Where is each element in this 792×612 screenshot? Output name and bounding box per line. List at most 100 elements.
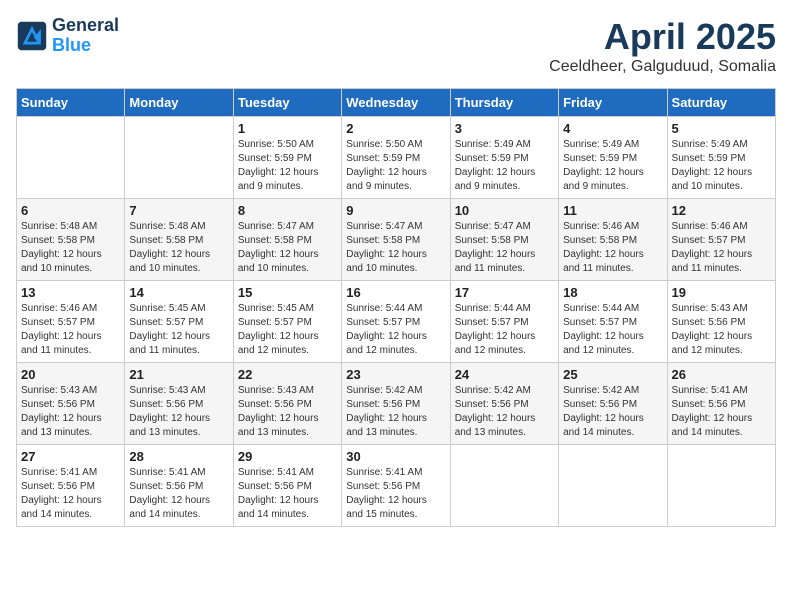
day-cell: 27 Sunrise: 5:41 AMSunset: 5:56 PMDayligh… [17, 445, 125, 527]
day-number: 14 [129, 285, 228, 300]
week-row-3: 13Sunrise: 5:46 AMSunset: 5:57 PMDayligh… [17, 281, 776, 363]
day-cell: 13Sunrise: 5:46 AMSunset: 5:57 PMDayligh… [17, 281, 125, 363]
day-cell: 30 Sunrise: 5:41 AMSunset: 5:56 PMDayligh… [342, 445, 450, 527]
day-info: Sunrise: 5:49 AMSunset: 5:59 PMDaylight:… [563, 138, 662, 194]
day-cell [125, 117, 233, 199]
weekday-header-saturday: Saturday [667, 89, 775, 117]
day-cell: 4 Sunrise: 5:49 AMSunset: 5:59 PMDaylight… [559, 117, 667, 199]
day-info: Sunrise: 5:46 AMSunset: 5:57 PMDaylight:… [21, 302, 120, 358]
day-number: 16 [346, 285, 445, 300]
day-info: Sunrise: 5:41 AMSunset: 5:56 PMDaylight:… [238, 466, 337, 522]
day-info: Sunrise: 5:47 AMSunset: 5:58 PMDaylight:… [455, 220, 554, 276]
week-row-1: 1Sunrise: 5:50 AMSunset: 5:59 PMDaylight… [17, 117, 776, 199]
weekday-header-row: SundayMondayTuesdayWednesdayThursdayFrid… [17, 89, 776, 117]
day-cell: 16 Sunrise: 5:44 AMSunset: 5:57 PMDayligh… [342, 281, 450, 363]
day-cell [17, 117, 125, 199]
day-number: 4 [563, 121, 662, 136]
day-info: Sunrise: 5:47 AMSunset: 5:58 PMDaylight:… [238, 220, 337, 276]
day-info: Sunrise: 5:41 AMSunset: 5:56 PMDaylight:… [21, 466, 120, 522]
day-info: Sunrise: 5:42 AMSunset: 5:56 PMDaylight:… [563, 384, 662, 440]
day-info: Sunrise: 5:42 AMSunset: 5:56 PMDaylight:… [455, 384, 554, 440]
day-info: Sunrise: 5:43 AMSunset: 5:56 PMDaylight:… [238, 384, 337, 440]
day-number: 9 [346, 203, 445, 218]
day-number: 21 [129, 367, 228, 382]
day-info: Sunrise: 5:44 AMSunset: 5:57 PMDaylight:… [346, 302, 445, 358]
day-info: Sunrise: 5:46 AMSunset: 5:57 PMDaylight:… [672, 220, 771, 276]
day-info: Sunrise: 5:45 AMSunset: 5:57 PMDaylight:… [238, 302, 337, 358]
logo: General Blue [16, 16, 119, 56]
day-number: 11 [563, 203, 662, 218]
day-cell: 28 Sunrise: 5:41 AMSunset: 5:56 PMDayligh… [125, 445, 233, 527]
day-number: 2 [346, 121, 445, 136]
day-info: Sunrise: 5:44 AMSunset: 5:57 PMDaylight:… [455, 302, 554, 358]
week-row-2: 6 Sunrise: 5:48 AMSunset: 5:58 PMDaylight… [17, 199, 776, 281]
day-number: 12 [672, 203, 771, 218]
day-info: Sunrise: 5:46 AMSunset: 5:58 PMDaylight:… [563, 220, 662, 276]
day-cell: 17 Sunrise: 5:44 AMSunset: 5:57 PMDayligh… [450, 281, 558, 363]
day-cell: 6 Sunrise: 5:48 AMSunset: 5:58 PMDaylight… [17, 199, 125, 281]
day-number: 27 [21, 449, 120, 464]
weekday-header-wednesday: Wednesday [342, 89, 450, 117]
day-cell: 14Sunrise: 5:45 AMSunset: 5:57 PMDayligh… [125, 281, 233, 363]
day-cell: 24 Sunrise: 5:42 AMSunset: 5:56 PMDayligh… [450, 363, 558, 445]
day-info: Sunrise: 5:48 AMSunset: 5:58 PMDaylight:… [129, 220, 228, 276]
calendar-table: SundayMondayTuesdayWednesdayThursdayFrid… [16, 88, 776, 527]
day-info: Sunrise: 5:42 AMSunset: 5:56 PMDaylight:… [346, 384, 445, 440]
weekday-header-tuesday: Tuesday [233, 89, 341, 117]
day-cell: 25 Sunrise: 5:42 AMSunset: 5:56 PMDayligh… [559, 363, 667, 445]
day-cell: 18 Sunrise: 5:44 AMSunset: 5:57 PMDayligh… [559, 281, 667, 363]
day-number: 7 [129, 203, 228, 218]
day-number: 17 [455, 285, 554, 300]
day-info: Sunrise: 5:43 AMSunset: 5:56 PMDaylight:… [129, 384, 228, 440]
day-cell: 22 Sunrise: 5:43 AMSunset: 5:56 PMDayligh… [233, 363, 341, 445]
day-number: 24 [455, 367, 554, 382]
day-cell: 8 Sunrise: 5:47 AMSunset: 5:58 PMDaylight… [233, 199, 341, 281]
day-number: 30 [346, 449, 445, 464]
day-number: 8 [238, 203, 337, 218]
day-number: 25 [563, 367, 662, 382]
day-number: 6 [21, 203, 120, 218]
day-info: Sunrise: 5:44 AMSunset: 5:57 PMDaylight:… [563, 302, 662, 358]
day-cell: 19Sunrise: 5:43 AMSunset: 5:56 PMDayligh… [667, 281, 775, 363]
day-cell: 15 Sunrise: 5:45 AMSunset: 5:57 PMDayligh… [233, 281, 341, 363]
day-info: Sunrise: 5:43 AMSunset: 5:56 PMDaylight:… [21, 384, 120, 440]
day-number: 20 [21, 367, 120, 382]
day-cell: 7 Sunrise: 5:48 AMSunset: 5:58 PMDaylight… [125, 199, 233, 281]
day-cell: 26Sunrise: 5:41 AMSunset: 5:56 PMDayligh… [667, 363, 775, 445]
day-info: Sunrise: 5:49 AMSunset: 5:59 PMDaylight:… [672, 138, 771, 194]
header: General Blue April 2025 Ceeldheer, Galgu… [16, 16, 776, 76]
day-cell: 1Sunrise: 5:50 AMSunset: 5:59 PMDaylight… [233, 117, 341, 199]
day-cell: 9 Sunrise: 5:47 AMSunset: 5:58 PMDaylight… [342, 199, 450, 281]
day-info: Sunrise: 5:41 AMSunset: 5:56 PMDaylight:… [672, 384, 771, 440]
day-info: Sunrise: 5:49 AMSunset: 5:59 PMDaylight:… [455, 138, 554, 194]
week-row-5: 27 Sunrise: 5:41 AMSunset: 5:56 PMDayligh… [17, 445, 776, 527]
day-info: Sunrise: 5:41 AMSunset: 5:56 PMDaylight:… [129, 466, 228, 522]
day-info: Sunrise: 5:48 AMSunset: 5:58 PMDaylight:… [21, 220, 120, 276]
day-number: 22 [238, 367, 337, 382]
weekday-header-friday: Friday [559, 89, 667, 117]
day-number: 15 [238, 285, 337, 300]
logo-text: General Blue [52, 16, 119, 56]
day-number: 3 [455, 121, 554, 136]
day-cell: 10Sunrise: 5:47 AMSunset: 5:58 PMDayligh… [450, 199, 558, 281]
day-number: 29 [238, 449, 337, 464]
day-info: Sunrise: 5:41 AMSunset: 5:56 PMDaylight:… [346, 466, 445, 522]
day-number: 18 [563, 285, 662, 300]
location-title: Ceeldheer, Galguduud, Somalia [549, 58, 776, 76]
day-number: 28 [129, 449, 228, 464]
day-cell: 29 Sunrise: 5:41 AMSunset: 5:56 PMDayligh… [233, 445, 341, 527]
weekday-header-sunday: Sunday [17, 89, 125, 117]
day-cell: 11 Sunrise: 5:46 AMSunset: 5:58 PMDayligh… [559, 199, 667, 281]
day-cell [559, 445, 667, 527]
day-cell: 20 Sunrise: 5:43 AMSunset: 5:56 PMDayligh… [17, 363, 125, 445]
day-cell: 5Sunrise: 5:49 AMSunset: 5:59 PMDaylight… [667, 117, 775, 199]
day-info: Sunrise: 5:47 AMSunset: 5:58 PMDaylight:… [346, 220, 445, 276]
day-cell: 21 Sunrise: 5:43 AMSunset: 5:56 PMDayligh… [125, 363, 233, 445]
day-cell [450, 445, 558, 527]
day-info: Sunrise: 5:50 AMSunset: 5:59 PMDaylight:… [346, 138, 445, 194]
month-title: April 2025 [549, 16, 776, 58]
day-cell: 2 Sunrise: 5:50 AMSunset: 5:59 PMDaylight… [342, 117, 450, 199]
day-cell: 3 Sunrise: 5:49 AMSunset: 5:59 PMDaylight… [450, 117, 558, 199]
logo-icon [16, 20, 48, 52]
day-cell: 23Sunrise: 5:42 AMSunset: 5:56 PMDayligh… [342, 363, 450, 445]
